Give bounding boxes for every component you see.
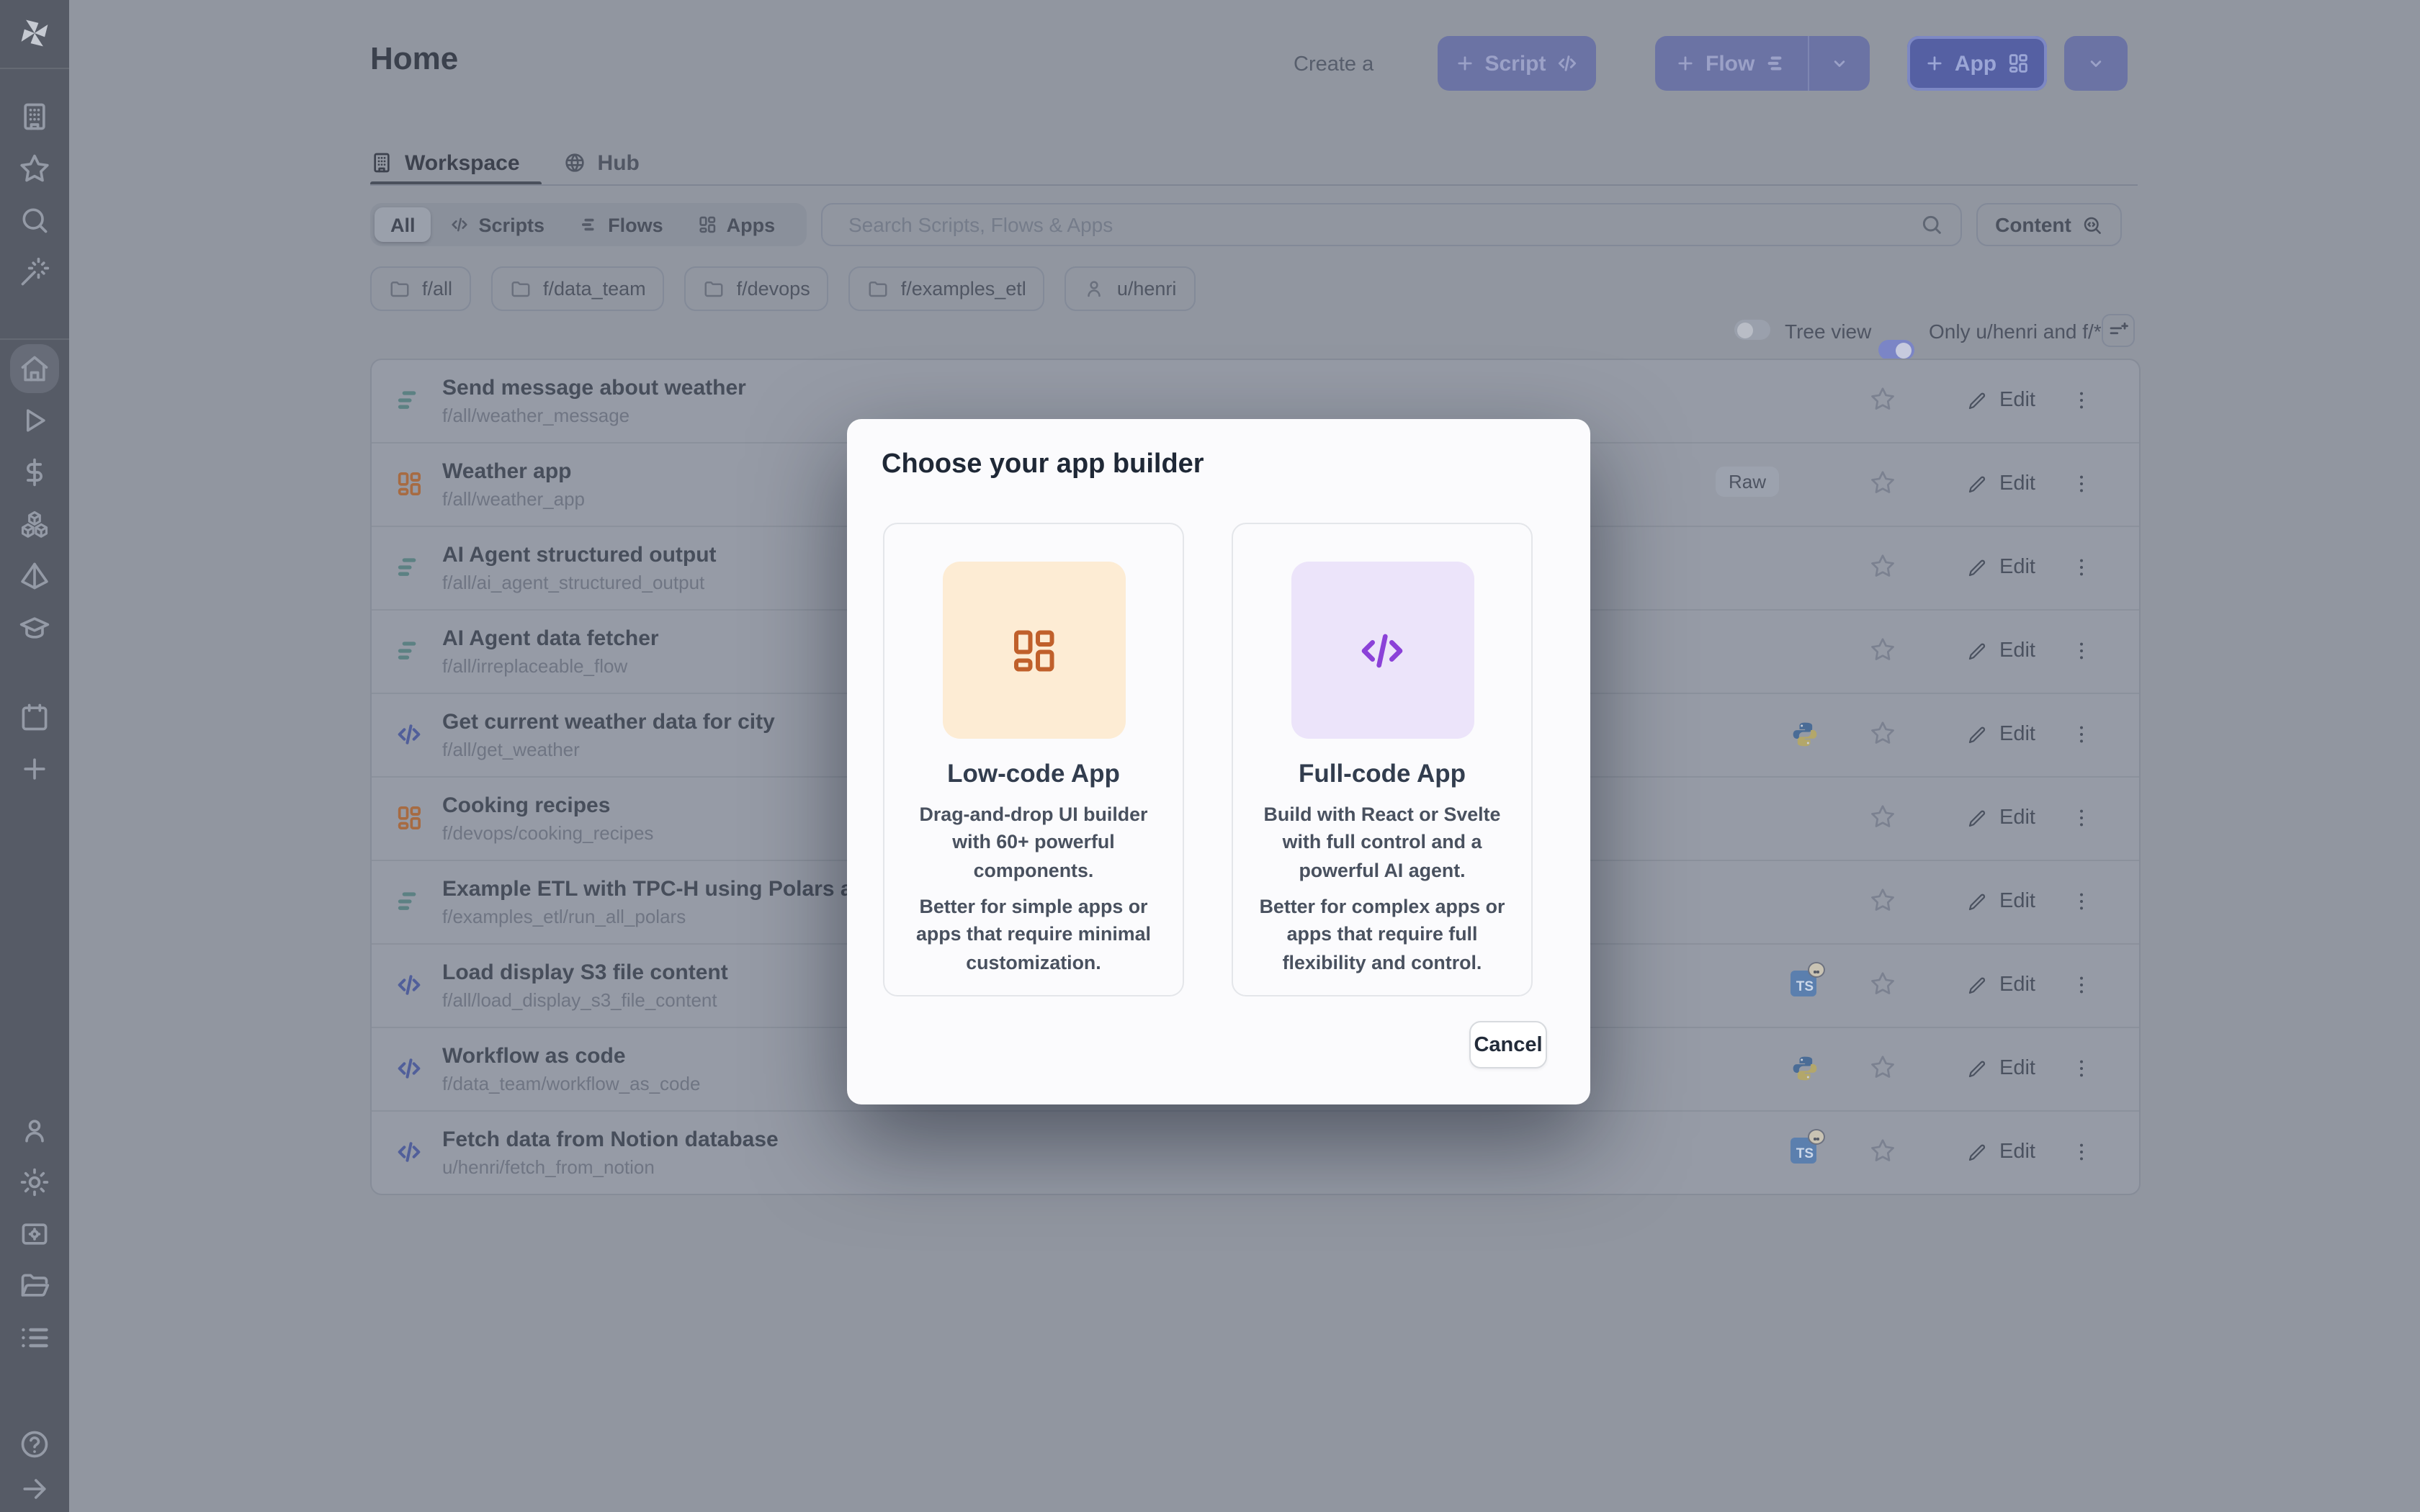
cancel-button[interactable]: Cancel — [1469, 1021, 1547, 1068]
full-code-description: Build with React or Svelte with full con… — [1252, 801, 1512, 885]
full-code-note: Better for complex apps or apps that req… — [1252, 893, 1512, 977]
code-icon — [1353, 621, 1411, 679]
app-builder-modal: Choose your app builder Low-code App Dra… — [847, 419, 1590, 1104]
app-grid-icon — [1008, 624, 1059, 676]
full-code-app-card[interactable]: Full-code App Build with React or Svelte… — [1232, 523, 1533, 996]
full-code-tile — [1291, 562, 1474, 739]
low-code-note: Better for simple apps or apps that requ… — [904, 893, 1163, 977]
full-code-title: Full-code App — [1233, 759, 1531, 789]
low-code-app-card[interactable]: Low-code App Drag-and-drop UI builder wi… — [883, 523, 1184, 996]
low-code-description: Drag-and-drop UI builder with 60+ powerf… — [904, 801, 1163, 885]
low-code-title: Low-code App — [884, 759, 1183, 789]
low-code-tile — [942, 562, 1125, 739]
modal-title: Choose your app builder — [882, 449, 1204, 481]
